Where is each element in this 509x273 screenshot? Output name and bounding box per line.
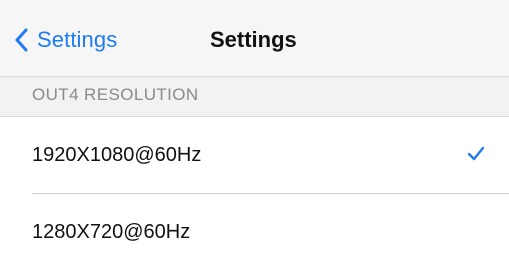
- settings-screen: Settings Settings OUT4 RESOLUTION 1920X1…: [0, 0, 509, 273]
- back-button[interactable]: Settings: [14, 20, 117, 60]
- section-header: OUT4 RESOLUTION: [0, 77, 509, 117]
- checkmark-icon: [467, 146, 485, 166]
- resolution-option-1920x1080[interactable]: 1920X1080@60Hz: [0, 117, 509, 194]
- section-header-label: OUT4 RESOLUTION: [32, 85, 199, 104]
- navigation-bar: Settings Settings: [0, 0, 509, 77]
- page-title: Settings: [210, 27, 297, 52]
- chevron-left-icon: [14, 28, 28, 52]
- option-label: 1920X1080@60Hz: [32, 144, 202, 166]
- back-button-label: Settings: [37, 27, 118, 52]
- option-label: 1280X720@60Hz: [32, 221, 191, 243]
- resolution-option-1280x720[interactable]: 1280X720@60Hz: [0, 194, 509, 271]
